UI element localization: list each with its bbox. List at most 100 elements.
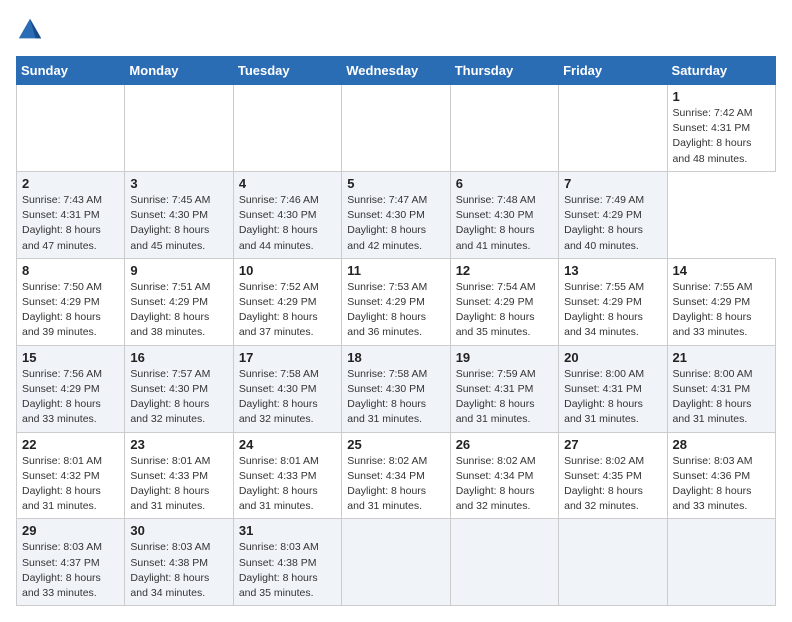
calendar-cell: 10 Sunrise: 7:52 AM Sunset: 4:29 PM Dayl… [233, 258, 341, 345]
calendar-cell: 23 Sunrise: 8:01 AM Sunset: 4:33 PM Dayl… [125, 432, 233, 519]
calendar-cell: 2 Sunrise: 7:43 AM Sunset: 4:31 PM Dayli… [17, 171, 125, 258]
calendar-cell: 22 Sunrise: 8:01 AM Sunset: 4:32 PM Dayl… [17, 432, 125, 519]
day-number: 10 [239, 263, 336, 278]
day-number: 2 [22, 176, 119, 191]
day-number: 19 [456, 350, 553, 365]
calendar-cell: 30 Sunrise: 8:03 AM Sunset: 4:38 PM Dayl… [125, 519, 233, 606]
day-info: Sunrise: 8:03 AM Sunset: 4:38 PM Dayligh… [239, 540, 336, 601]
calendar-cell: 8 Sunrise: 7:50 AM Sunset: 4:29 PM Dayli… [17, 258, 125, 345]
calendar-cell [233, 85, 341, 172]
day-info: Sunrise: 8:00 AM Sunset: 4:31 PM Dayligh… [564, 367, 661, 428]
day-number: 16 [130, 350, 227, 365]
day-info: Sunrise: 8:02 AM Sunset: 4:34 PM Dayligh… [456, 454, 553, 515]
day-number: 3 [130, 176, 227, 191]
day-number: 27 [564, 437, 661, 452]
day-info: Sunrise: 7:48 AM Sunset: 4:30 PM Dayligh… [456, 193, 553, 254]
calendar-cell: 7 Sunrise: 7:49 AM Sunset: 4:29 PM Dayli… [559, 171, 667, 258]
calendar-cell: 3 Sunrise: 7:45 AM Sunset: 4:30 PM Dayli… [125, 171, 233, 258]
calendar-cell: 16 Sunrise: 7:57 AM Sunset: 4:30 PM Dayl… [125, 345, 233, 432]
day-number: 9 [130, 263, 227, 278]
day-info: Sunrise: 7:51 AM Sunset: 4:29 PM Dayligh… [130, 280, 227, 341]
day-info: Sunrise: 7:58 AM Sunset: 4:30 PM Dayligh… [239, 367, 336, 428]
day-info: Sunrise: 7:42 AM Sunset: 4:31 PM Dayligh… [673, 106, 770, 167]
day-info: Sunrise: 8:01 AM Sunset: 4:33 PM Dayligh… [239, 454, 336, 515]
calendar-week-row: 8 Sunrise: 7:50 AM Sunset: 4:29 PM Dayli… [17, 258, 776, 345]
calendar-cell: 20 Sunrise: 8:00 AM Sunset: 4:31 PM Dayl… [559, 345, 667, 432]
calendar-cell: 12 Sunrise: 7:54 AM Sunset: 4:29 PM Dayl… [450, 258, 558, 345]
calendar-cell [342, 519, 450, 606]
day-number: 6 [456, 176, 553, 191]
calendar-cell: 26 Sunrise: 8:02 AM Sunset: 4:34 PM Dayl… [450, 432, 558, 519]
calendar-cell: 6 Sunrise: 7:48 AM Sunset: 4:30 PM Dayli… [450, 171, 558, 258]
calendar-header-row: SundayMondayTuesdayWednesdayThursdayFrid… [17, 57, 776, 85]
day-number: 1 [673, 89, 770, 104]
day-number: 23 [130, 437, 227, 452]
day-info: Sunrise: 7:57 AM Sunset: 4:30 PM Dayligh… [130, 367, 227, 428]
calendar-table: SundayMondayTuesdayWednesdayThursdayFrid… [16, 56, 776, 606]
day-info: Sunrise: 8:01 AM Sunset: 4:33 PM Dayligh… [130, 454, 227, 515]
day-number: 26 [456, 437, 553, 452]
day-info: Sunrise: 7:52 AM Sunset: 4:29 PM Dayligh… [239, 280, 336, 341]
calendar-cell [450, 85, 558, 172]
calendar-cell: 24 Sunrise: 8:01 AM Sunset: 4:33 PM Dayl… [233, 432, 341, 519]
calendar-cell [667, 519, 775, 606]
calendar-day-header: Tuesday [233, 57, 341, 85]
calendar-cell: 1 Sunrise: 7:42 AM Sunset: 4:31 PM Dayli… [667, 85, 775, 172]
day-info: Sunrise: 7:46 AM Sunset: 4:30 PM Dayligh… [239, 193, 336, 254]
calendar-cell: 27 Sunrise: 8:02 AM Sunset: 4:35 PM Dayl… [559, 432, 667, 519]
calendar-week-row: 15 Sunrise: 7:56 AM Sunset: 4:29 PM Dayl… [17, 345, 776, 432]
calendar-cell: 25 Sunrise: 8:02 AM Sunset: 4:34 PM Dayl… [342, 432, 450, 519]
calendar-day-header: Wednesday [342, 57, 450, 85]
calendar-week-row: 2 Sunrise: 7:43 AM Sunset: 4:31 PM Dayli… [17, 171, 776, 258]
calendar-cell [342, 85, 450, 172]
calendar-cell: 17 Sunrise: 7:58 AM Sunset: 4:30 PM Dayl… [233, 345, 341, 432]
calendar-cell [17, 85, 125, 172]
day-info: Sunrise: 7:56 AM Sunset: 4:29 PM Dayligh… [22, 367, 119, 428]
day-number: 25 [347, 437, 444, 452]
day-info: Sunrise: 7:55 AM Sunset: 4:29 PM Dayligh… [673, 280, 770, 341]
day-info: Sunrise: 7:55 AM Sunset: 4:29 PM Dayligh… [564, 280, 661, 341]
day-number: 12 [456, 263, 553, 278]
day-number: 24 [239, 437, 336, 452]
day-info: Sunrise: 7:53 AM Sunset: 4:29 PM Dayligh… [347, 280, 444, 341]
day-info: Sunrise: 7:50 AM Sunset: 4:29 PM Dayligh… [22, 280, 119, 341]
day-number: 8 [22, 263, 119, 278]
day-number: 15 [22, 350, 119, 365]
day-info: Sunrise: 8:03 AM Sunset: 4:36 PM Dayligh… [673, 454, 770, 515]
calendar-day-header: Thursday [450, 57, 558, 85]
calendar-cell: 11 Sunrise: 7:53 AM Sunset: 4:29 PM Dayl… [342, 258, 450, 345]
calendar-cell [559, 519, 667, 606]
day-number: 29 [22, 523, 119, 538]
day-info: Sunrise: 8:02 AM Sunset: 4:34 PM Dayligh… [347, 454, 444, 515]
day-info: Sunrise: 7:54 AM Sunset: 4:29 PM Dayligh… [456, 280, 553, 341]
day-number: 30 [130, 523, 227, 538]
day-number: 17 [239, 350, 336, 365]
calendar-cell: 18 Sunrise: 7:58 AM Sunset: 4:30 PM Dayl… [342, 345, 450, 432]
calendar-day-header: Sunday [17, 57, 125, 85]
calendar-day-header: Saturday [667, 57, 775, 85]
calendar-cell: 21 Sunrise: 8:00 AM Sunset: 4:31 PM Dayl… [667, 345, 775, 432]
day-number: 20 [564, 350, 661, 365]
calendar-week-row: 1 Sunrise: 7:42 AM Sunset: 4:31 PM Dayli… [17, 85, 776, 172]
day-info: Sunrise: 7:58 AM Sunset: 4:30 PM Dayligh… [347, 367, 444, 428]
day-number: 4 [239, 176, 336, 191]
calendar-week-row: 29 Sunrise: 8:03 AM Sunset: 4:37 PM Dayl… [17, 519, 776, 606]
calendar-cell: 9 Sunrise: 7:51 AM Sunset: 4:29 PM Dayli… [125, 258, 233, 345]
day-number: 18 [347, 350, 444, 365]
calendar-cell: 13 Sunrise: 7:55 AM Sunset: 4:29 PM Dayl… [559, 258, 667, 345]
day-number: 22 [22, 437, 119, 452]
day-info: Sunrise: 8:03 AM Sunset: 4:37 PM Dayligh… [22, 540, 119, 601]
calendar-cell: 29 Sunrise: 8:03 AM Sunset: 4:37 PM Dayl… [17, 519, 125, 606]
calendar-cell: 28 Sunrise: 8:03 AM Sunset: 4:36 PM Dayl… [667, 432, 775, 519]
day-info: Sunrise: 7:47 AM Sunset: 4:30 PM Dayligh… [347, 193, 444, 254]
day-number: 21 [673, 350, 770, 365]
day-number: 28 [673, 437, 770, 452]
day-info: Sunrise: 8:02 AM Sunset: 4:35 PM Dayligh… [564, 454, 661, 515]
calendar-week-row: 22 Sunrise: 8:01 AM Sunset: 4:32 PM Dayl… [17, 432, 776, 519]
day-info: Sunrise: 8:01 AM Sunset: 4:32 PM Dayligh… [22, 454, 119, 515]
day-number: 31 [239, 523, 336, 538]
day-number: 13 [564, 263, 661, 278]
calendar-cell [125, 85, 233, 172]
calendar-cell: 14 Sunrise: 7:55 AM Sunset: 4:29 PM Dayl… [667, 258, 775, 345]
day-info: Sunrise: 8:00 AM Sunset: 4:31 PM Dayligh… [673, 367, 770, 428]
